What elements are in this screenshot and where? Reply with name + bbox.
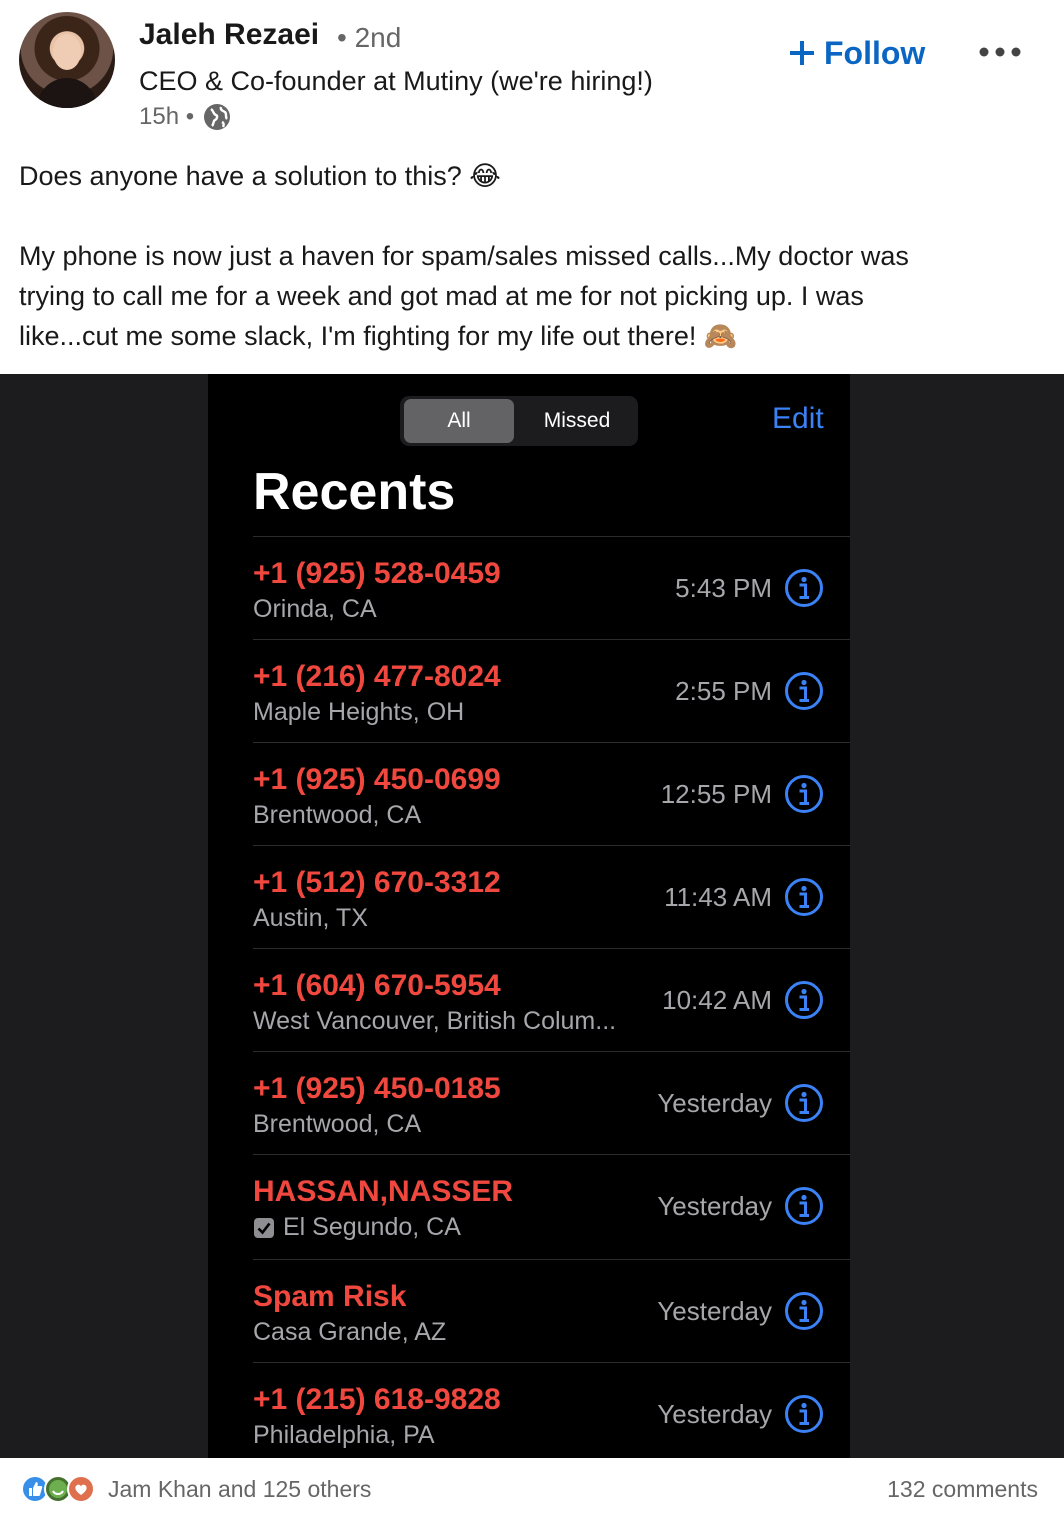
post-text-line: like...cut me some slack, I'm fighting f… [19,321,738,351]
author-avatar[interactable] [19,12,115,108]
info-icon[interactable] [784,1394,824,1434]
caller-location: Brentwood, CA [253,801,421,830]
info-icon[interactable] [784,774,824,814]
caller-name: +1 (925) 528-0459 [253,557,501,590]
caller-location: Austin, TX [253,904,368,933]
call-row[interactable]: +1 (216) 477-8024 Maple Heights, OH 2:55… [253,639,850,742]
call-time: Yesterday [657,1088,772,1118]
call-list: +1 (925) 528-0459 Orinda, CA 5:43 PM +1 … [253,536,850,1458]
edit-button[interactable]: Edit [772,402,824,436]
info-icon[interactable] [784,1291,824,1331]
call-row[interactable]: HASSAN,NASSER El Segundo, CA Yesterday [253,1154,850,1259]
caller-name: Spam Risk [253,1280,407,1313]
caller-location-text: Casa Grande, AZ [253,1318,447,1346]
caller-location: Philadelphia, PA [253,1421,435,1450]
connection-degree: • 2nd [337,22,402,53]
love-reaction-icon [67,1475,95,1503]
info-icon[interactable] [784,877,824,917]
post-text-line: trying to call me for a week and got mad… [19,281,864,311]
caller-location: West Vancouver, British Colum... [253,1007,616,1036]
post-header: Jaleh Rezaei • 2nd CEO & Co-founder at M… [0,0,1064,150]
author-name[interactable]: Jaleh Rezaei [139,18,319,52]
call-time: Yesterday [657,1296,772,1326]
caller-location: Casa Grande, AZ [253,1318,446,1347]
social-counts-bar: Jam Khan and 125 others 132 comments [0,1458,1064,1516]
check-icon [254,1217,274,1238]
call-row[interactable]: +1 (604) 670-5954 West Vancouver, Britis… [253,948,850,1051]
call-row[interactable]: +1 (512) 670-3312 Austin, TX 11:43 AM [253,845,850,948]
call-time: 12:55 PM [660,779,772,809]
call-time: 10:42 AM [662,985,772,1015]
avatar-face [53,34,81,70]
post-meta: 15h • [139,102,232,132]
phone-screenshot: All Missed Edit Recents +1 (925) 528-045… [208,374,850,1458]
follow-label: Follow [824,34,926,71]
caller-location-text: El Segundo, CA [283,1213,461,1241]
post-text-line: My phone is now just a haven for spam/sa… [19,241,909,271]
caller-location-text: Brentwood, CA [253,801,422,829]
call-time: Yesterday [657,1399,772,1429]
caller-name: +1 (604) 670-5954 [253,969,501,1002]
caller-location-text: Austin, TX [253,904,368,932]
call-time: Yesterday [657,1191,772,1221]
caller-location-text: Philadelphia, PA [253,1421,435,1449]
caller-location-text: Maple Heights, OH [253,698,465,726]
call-time: 11:43 AM [664,882,772,912]
author-headline: CEO & Co-founder at Mutiny (we're hiring… [139,66,653,96]
reactions-summary[interactable]: Jam Khan and 125 others [108,1476,371,1503]
info-icon[interactable] [784,1083,824,1123]
caller-location-text: West Vancouver, British Colum... [253,1007,617,1035]
post-image[interactable]: All Missed Edit Recents +1 (925) 528-045… [0,374,1064,1458]
post-time: 15h • [139,103,195,130]
caller-location: El Segundo, CA [253,1213,461,1242]
info-icon[interactable] [784,1186,824,1226]
caller-name: +1 (925) 450-0185 [253,1072,501,1105]
follow-button[interactable]: Follow [788,30,925,76]
call-row[interactable]: +1 (215) 618-9828 Philadelphia, PA Yeste… [253,1362,850,1458]
plus-icon [790,41,814,65]
post-text-line: Does anyone have a solution to this? 😂 [19,161,501,191]
recents-title: Recents [253,463,456,521]
caller-name: +1 (925) 450-0699 [253,763,501,796]
call-row[interactable]: Spam Risk Casa Grande, AZ Yesterday [253,1259,850,1362]
globe-icon [204,104,231,130]
segmented-control: All Missed [400,396,638,446]
caller-name: HASSAN,NASSER [253,1175,514,1208]
call-time: 5:43 PM [675,573,772,603]
info-icon[interactable] [784,671,824,711]
segment-all[interactable]: All [404,399,514,443]
caller-location-text: Orinda, CA [253,595,377,623]
caller-location: Brentwood, CA [253,1110,421,1139]
post-body: Does anyone have a solution to this? 😂 M… [19,156,1049,356]
caller-location: Orinda, CA [253,595,377,624]
call-row[interactable]: +1 (925) 450-0185 Brentwood, CA Yesterda… [253,1051,850,1154]
comments-count[interactable]: 132 comments [887,1476,1038,1503]
caller-name: +1 (216) 477-8024 [253,660,501,693]
call-row[interactable]: +1 (925) 450-0699 Brentwood, CA 12:55 PM [253,742,850,845]
caller-name: +1 (215) 618-9828 [253,1383,501,1416]
reaction-icons[interactable] [20,1474,100,1504]
segment-missed[interactable]: Missed [520,399,634,443]
caller-name: +1 (512) 670-3312 [253,866,501,899]
info-icon[interactable] [784,568,824,608]
caller-location: Maple Heights, OH [253,698,464,727]
call-row[interactable]: +1 (925) 528-0459 Orinda, CA 5:43 PM [253,536,850,639]
caller-location-text: Brentwood, CA [253,1110,422,1138]
info-icon[interactable] [784,980,824,1020]
avatar-body [37,78,97,108]
more-icon[interactable] [972,36,1028,68]
call-time: 2:55 PM [675,676,772,706]
